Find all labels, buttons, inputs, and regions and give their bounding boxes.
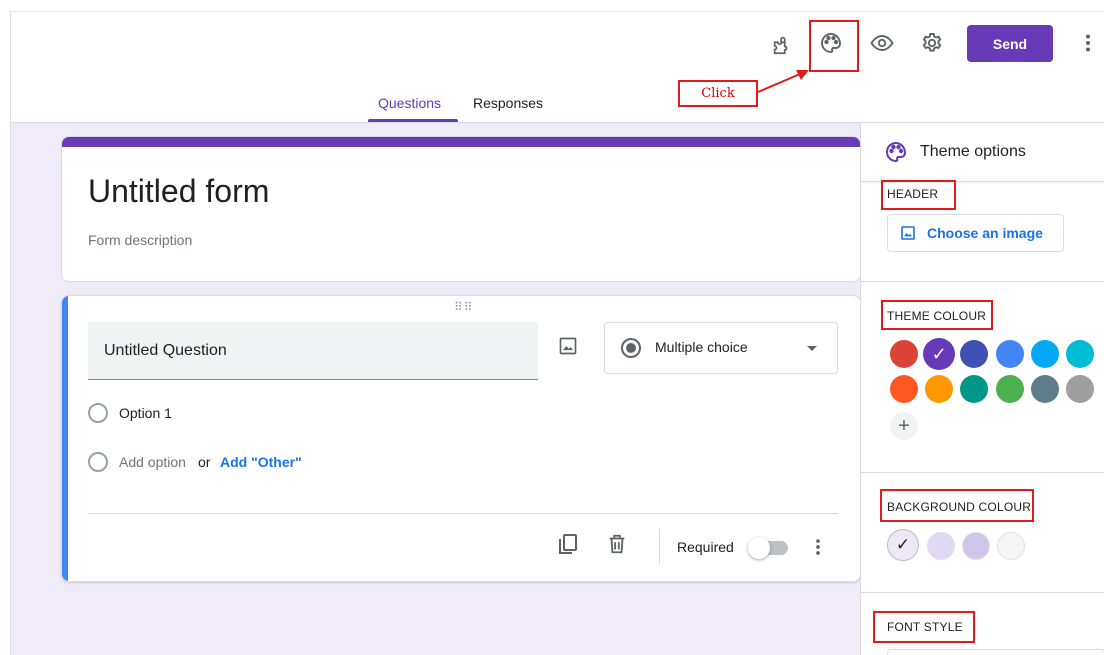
form-description-field[interactable]: Form description	[88, 232, 192, 248]
palette-icon	[884, 140, 908, 169]
choose-image-button[interactable]: Choose an image	[887, 214, 1064, 252]
add-other-link[interactable]: Add "Other"	[220, 454, 302, 470]
preview-button[interactable]	[862, 23, 902, 63]
theme-colour-swatch[interactable]	[890, 340, 918, 368]
theme-colour-bar	[62, 137, 860, 147]
footer-vertical-divider	[659, 529, 660, 565]
question-title-text: Untitled Question	[104, 342, 227, 359]
question-title-input[interactable]: Untitled Question	[88, 322, 538, 380]
copy-icon	[559, 534, 577, 554]
choose-image-label: Choose an image	[927, 225, 1043, 241]
theme-colour-swatch[interactable]	[1030, 375, 1059, 403]
question-card[interactable]: ⠿⠿ Untitled Question Multiple choice Opt…	[61, 295, 861, 582]
theme-colour-swatch-selected[interactable]: ✓	[923, 338, 956, 370]
theme-colour-swatch[interactable]	[960, 375, 989, 403]
theme-colour-swatch[interactable]	[925, 375, 954, 403]
required-toggle-knob[interactable]	[748, 537, 770, 559]
background-colour-swatch[interactable]	[962, 532, 990, 560]
question-more-button[interactable]	[807, 535, 829, 564]
more-vert-icon	[1086, 34, 1090, 52]
question-type-dropdown[interactable]: Multiple choice	[604, 322, 838, 374]
theme-colour-swatch[interactable]	[1030, 340, 1059, 368]
background-colour-swatch[interactable]	[927, 532, 955, 560]
font-style-select[interactable]	[887, 649, 1104, 655]
section-divider	[861, 592, 1104, 593]
addons-button[interactable]	[762, 25, 802, 65]
question-footer-divider	[88, 513, 838, 514]
annotation-highlight-header	[881, 180, 956, 210]
radio-button-icon	[621, 338, 641, 358]
annotation-click-label: Click	[678, 80, 758, 107]
duplicate-button[interactable]	[556, 533, 580, 562]
annotation-highlight-theme-colour	[881, 300, 993, 330]
image-icon	[559, 337, 577, 355]
add-option-field[interactable]: Add option	[119, 454, 186, 470]
gear-icon	[922, 33, 942, 52]
delete-button[interactable]	[606, 533, 628, 560]
puzzle-icon	[773, 36, 788, 55]
settings-button[interactable]	[912, 23, 952, 63]
add-image-button[interactable]	[558, 336, 578, 361]
drag-handle-icon[interactable]: ⠿⠿	[454, 301, 474, 313]
background-colour-swatch-selected[interactable]: ✓	[887, 529, 919, 561]
question-type-label: Multiple choice	[655, 339, 748, 355]
form-title[interactable]: Untitled form	[88, 173, 269, 210]
tab-responses[interactable]: Responses	[473, 95, 543, 111]
theme-colour-swatch[interactable]	[960, 340, 989, 368]
required-label: Required	[677, 539, 734, 555]
section-divider	[861, 472, 1104, 473]
theme-panel-title: Theme options	[920, 143, 1026, 160]
theme-colour-swatch[interactable]	[890, 375, 918, 403]
eye-icon	[870, 35, 894, 51]
top-divider	[10, 11, 1104, 12]
tab-questions[interactable]: Questions	[378, 95, 441, 111]
background-colour-swatch[interactable]	[997, 532, 1025, 560]
annotation-highlight-palette	[809, 20, 859, 72]
more-options-button[interactable]	[1068, 23, 1104, 63]
more-vert-icon	[816, 539, 820, 555]
image-icon	[901, 226, 915, 240]
form-title-card[interactable]: Untitled form Form description	[61, 136, 861, 282]
annotation-highlight-background-colour	[880, 489, 1034, 522]
theme-colour-swatch[interactable]	[1066, 375, 1094, 403]
section-divider	[861, 281, 1104, 282]
annotation-highlight-font-style	[873, 611, 975, 643]
trash-icon	[609, 534, 625, 554]
theme-colour-swatch[interactable]	[1066, 340, 1094, 368]
option-radio[interactable]	[88, 403, 108, 423]
add-custom-colour-button[interactable]: +	[890, 412, 918, 440]
option-label[interactable]: Option 1	[119, 405, 172, 421]
dropdown-arrow-icon	[807, 346, 817, 351]
theme-panel-header: Theme options	[861, 123, 1104, 182]
add-option-radio	[88, 452, 108, 472]
send-button[interactable]: Send	[967, 25, 1053, 62]
theme-colour-swatch[interactable]	[995, 340, 1024, 368]
active-question-indicator	[62, 296, 68, 581]
theme-colour-swatch[interactable]	[995, 375, 1024, 403]
or-text: or	[198, 454, 211, 470]
